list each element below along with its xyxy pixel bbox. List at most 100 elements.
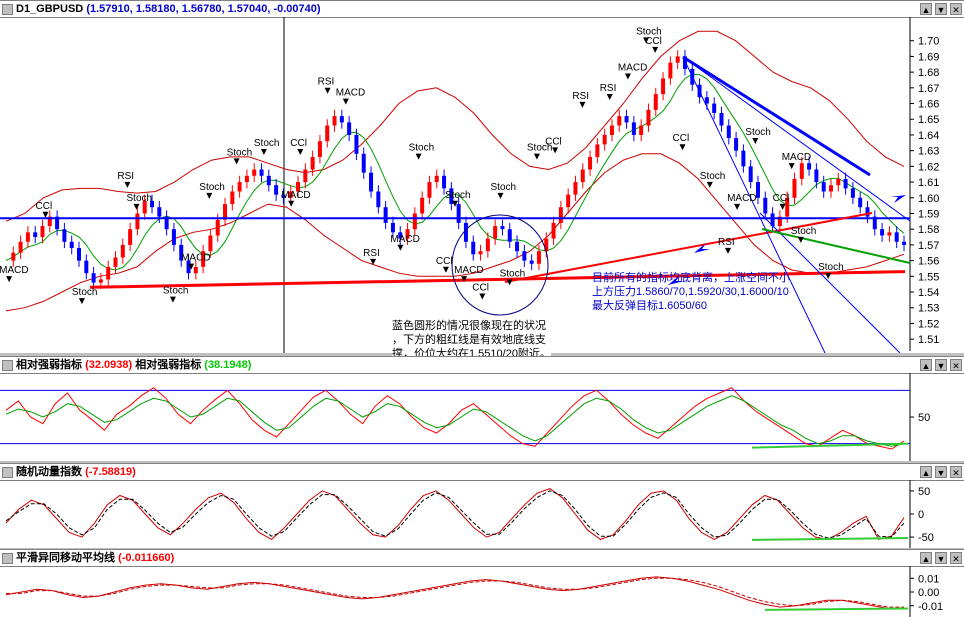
window-icon[interactable]: [2, 553, 13, 564]
up-arrow-icon[interactable]: ▲: [920, 552, 932, 564]
candle-body: [507, 229, 512, 242]
candle-body: [244, 175, 249, 183]
signal-label: Stoch: [745, 127, 771, 138]
rsi-fast-line: [5, 387, 905, 450]
candle-body: [420, 197, 425, 214]
rsi-value-2: (38.1948): [204, 359, 252, 371]
signal-arrow: [706, 181, 713, 188]
symbol-label: D1_GBPUSD: [16, 3, 84, 15]
candle-body: [471, 241, 476, 255]
signal-arrow: [42, 211, 49, 218]
window-controls: ▲ ▼ ✕: [917, 551, 962, 567]
y-tick-label: 1.51: [918, 334, 939, 346]
candle-body: [704, 97, 709, 104]
candle-body: [558, 207, 563, 223]
y-tick-label: 1.57: [918, 240, 939, 252]
signal-label: MACD: [782, 152, 811, 163]
candle-body: [858, 197, 863, 208]
close-icon[interactable]: ✕: [950, 359, 962, 371]
candle-body: [463, 222, 468, 242]
close-icon[interactable]: ✕: [950, 466, 962, 478]
window-controls: ▲ ▼ ✕: [917, 465, 962, 481]
y-tick-label: 50: [918, 412, 930, 424]
candle-body: [332, 116, 337, 126]
candle-body: [456, 204, 461, 223]
candle-body: [544, 238, 549, 252]
candle-body: [193, 266, 198, 274]
candle-body: [266, 175, 271, 186]
candle-body: [135, 213, 140, 230]
candle-body: [631, 122, 636, 135]
signal-label: MACD: [618, 63, 647, 74]
signal-arrow: [415, 153, 422, 160]
signal-label: Stoch: [791, 226, 817, 237]
candle-body: [310, 156, 315, 170]
candle-body: [25, 232, 30, 242]
y-tick-label: 0.00: [918, 587, 939, 599]
macd-chart[interactable]: 0.01 0.00 -0.01: [0, 566, 964, 617]
candle-body: [902, 241, 906, 245]
momentum-value: (-7.58819): [85, 466, 136, 478]
candle-body: [339, 116, 344, 123]
window-icon[interactable]: [2, 360, 13, 371]
candle-body: [573, 182, 578, 195]
candle-body: [588, 156, 593, 170]
candle-body: [303, 169, 308, 183]
candle-body: [719, 112, 724, 126]
down-arrow-icon[interactable]: ▼: [935, 359, 947, 371]
down-arrow-icon[interactable]: ▼: [935, 552, 947, 564]
note-left-line-2: ，下方的粗红线是有效地底线支: [392, 334, 546, 346]
signal-arrow: [206, 192, 213, 199]
y-tick-label: 1.67: [918, 83, 939, 95]
signal-arrow: [297, 148, 304, 155]
down-arrow-icon[interactable]: ▼: [935, 466, 947, 478]
window-icon[interactable]: [2, 4, 13, 15]
momentum-chart[interactable]: 50 0 -50: [0, 480, 964, 548]
rsi-chart[interactable]: 50: [0, 373, 964, 461]
candle-body: [653, 94, 658, 110]
signal-label: MACD: [336, 88, 365, 99]
signal-label: CCl: [472, 282, 489, 293]
candle-body: [442, 175, 447, 189]
candle-body: [843, 178, 848, 189]
up-arrow-icon[interactable]: ▲: [920, 3, 932, 15]
candle-body: [821, 182, 826, 192]
candle-body: [580, 169, 585, 183]
candle-body: [814, 169, 819, 183]
candle-body: [369, 172, 374, 192]
signal-label: RSI: [363, 248, 380, 259]
macd-panel-titlebar: 平滑异同移动平均线 (-0.011660) ▲ ▼ ✕: [0, 550, 964, 567]
signal-arrow: [233, 158, 240, 165]
candle-body: [515, 241, 520, 252]
y-tick-label: -0.01: [918, 601, 943, 613]
candle-body: [18, 241, 23, 253]
candle-body: [69, 241, 74, 249]
candle-body: [566, 194, 571, 208]
signal-label: CCl: [290, 138, 307, 149]
candle-body: [865, 207, 870, 217]
candle-body: [412, 213, 417, 230]
candle-body: [11, 252, 16, 261]
signal-label: CCl: [36, 201, 53, 212]
candle-body: [529, 260, 534, 264]
signal-arrow: [260, 148, 267, 155]
candle-body: [609, 125, 614, 135]
candle-body: [493, 226, 498, 239]
down-arrow-icon[interactable]: ▼: [935, 3, 947, 15]
up-arrow-icon[interactable]: ▲: [920, 359, 932, 371]
signal-label: CCl: [645, 36, 662, 47]
signal-arrow: [788, 163, 795, 170]
up-arrow-icon[interactable]: ▲: [920, 466, 932, 478]
close-icon[interactable]: ✕: [950, 552, 962, 564]
signal-arrow: [442, 266, 449, 273]
signal-label: RSI: [718, 237, 735, 248]
momentum-line: [5, 488, 905, 541]
price-chart[interactable]: 1.70 1.69 1.68 1.67 1.66 1.65 1.64 1.63 1.62 1.61…: [0, 17, 964, 353]
signal-label: RSI: [318, 77, 335, 88]
candle-body: [383, 207, 388, 223]
candle-body: [98, 279, 103, 283]
y-tick-label: 1.70: [918, 36, 939, 48]
window-icon[interactable]: [2, 467, 13, 478]
close-icon[interactable]: ✕: [950, 3, 962, 15]
y-tick-label: 1.69: [918, 51, 939, 63]
